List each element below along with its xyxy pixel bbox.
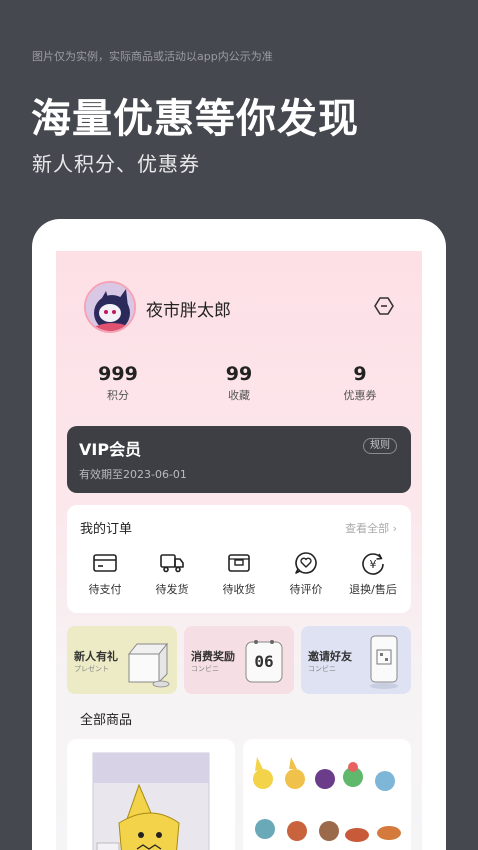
all-products-title: 全部商品 [80,713,133,728]
truck-icon [160,554,184,573]
product-image [92,752,210,850]
phone-qr-icon [370,635,398,689]
promo-invite-friends-subtitle: コンビニ [308,665,336,673]
promo-spend-reward[interactable]: 消费奖励 コンビニ 06 [184,626,294,694]
orders-card: 我的订单 查看全部 › 待支付 待发货 待收货 待评价 ¥ 退换/售后 [67,505,411,613]
settings-icon[interactable] [374,296,394,316]
calendar-day: 06 [254,652,274,671]
order-pending-payment[interactable]: 待支付 [75,551,135,597]
stat-points-label: 积分 [107,389,129,402]
promo-newcomer-gift-subtitle: プレゼント [74,665,109,673]
order-pending-receipt[interactable]: 待收货 [209,551,269,597]
card-icon [93,554,117,572]
stat-coupons-label: 优惠券 [343,389,377,402]
vip-title: VIP会员 [79,440,142,459]
order-after-sales-label: 退换/售后 [349,583,397,596]
app-screen: 夜市胖太郎 999 积分 99 收藏 9 优惠券 VIP会员 有效期至2023-… [56,251,422,850]
order-pending-payment-label: 待支付 [88,583,122,596]
avatar[interactable] [84,281,136,333]
gift-box-icon [127,642,170,688]
product-card[interactable] [243,739,411,850]
promo-spend-reward-subtitle: コンビニ [191,665,219,673]
order-pending-shipment[interactable]: 待发货 [142,551,202,597]
promo-newcomer-gift[interactable]: 新人有礼 プレゼント [67,626,177,694]
svg-text:¥: ¥ [370,558,377,571]
heart-chat-icon [295,552,317,574]
order-pending-shipment-label: 待发货 [155,583,189,596]
orders-title: 我的订单 [80,522,133,537]
product-image [253,757,401,842]
stat-favorites-value: 99 [225,363,253,385]
promo-newcomer-gift-title: 新人有礼 [74,650,118,663]
promo-invite-friends-title: 邀请好友 [308,650,352,663]
order-pending-review[interactable]: 待评价 [276,551,336,597]
receive-box-icon [228,554,250,572]
stat-favorites-label: 收藏 [228,389,250,402]
stat-favorites[interactable]: 99 收藏 [199,363,279,403]
disclaimer: 图片仅为实例，实际商品或活动以app内公示为准 [32,50,273,63]
stat-points-value: 999 [98,363,138,385]
headline: 海量优惠等你发现 [31,96,359,142]
subheadline: 新人积分、优惠券 [32,152,200,176]
order-pending-review-label: 待评价 [289,583,323,596]
vip-expire: 有效期至2023-06-01 [79,468,187,481]
promo-invite-friends[interactable]: 邀请好友 コンビニ [301,626,411,694]
username: 夜市胖太郎 [146,301,231,321]
orders-view-all-link[interactable]: 查看全部 › [345,520,397,536]
phone-frame: 夜市胖太郎 999 积分 99 收藏 9 优惠券 VIP会员 有效期至2023-… [32,219,446,850]
stat-coupons[interactable]: 9 优惠券 [320,363,400,403]
stat-points[interactable]: 999 积分 [78,363,158,403]
order-pending-receipt-label: 待收货 [222,583,256,596]
stat-coupons-value: 9 [353,363,367,385]
promo-spend-reward-title: 消费奖励 [191,650,235,663]
product-card[interactable] [67,739,235,850]
vip-rules-button[interactable]: 规则 [363,438,397,454]
order-after-sales[interactable]: ¥ 退换/售后 [343,551,403,597]
vip-card[interactable]: VIP会员 有效期至2023-06-01 规则 [67,426,411,493]
yen-refund-icon: ¥ [362,553,384,575]
